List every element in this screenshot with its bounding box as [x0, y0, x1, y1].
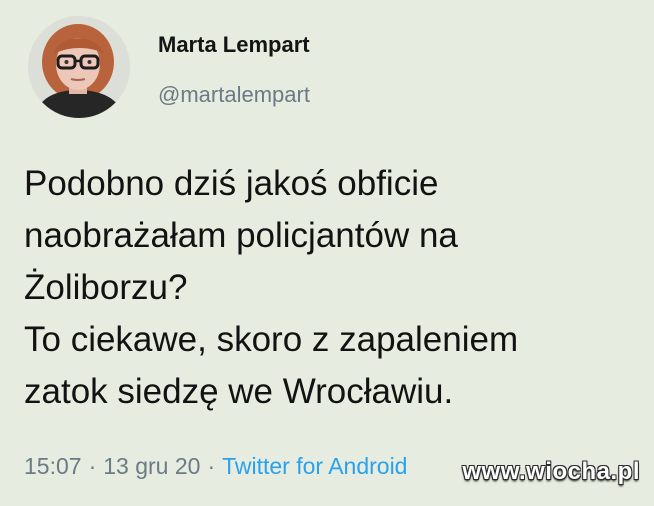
avatar-portrait-icon — [28, 16, 130, 118]
tweet-date[interactable]: 13 gru 20 — [103, 453, 200, 479]
tweet-text-line: naobrażałam policjantów na — [24, 216, 458, 255]
watermark: www.wiocha.pl — [462, 458, 640, 485]
tweet-text: Podobno dziś jakoś obficie naobrażałam p… — [24, 158, 644, 418]
tweet-card: Marta Lempart @martalempart Podobno dziś… — [0, 0, 654, 506]
tweet-text-line: To ciekawe, skoro z zapaleniem — [24, 320, 519, 359]
avatar[interactable] — [28, 16, 130, 118]
tweet-text-line: Podobno dziś jakoś obficie — [24, 164, 439, 203]
tweet-text-line: zatok siedzę we Wrocławiu. — [24, 372, 454, 411]
tweet-text-line: Żoliborzu? — [24, 268, 188, 307]
meta-separator: · — [207, 453, 216, 479]
author-handle[interactable]: @martalempart — [158, 82, 310, 108]
tweet-meta: 15:07 · 13 gru 20 · Twitter for Android — [24, 452, 407, 480]
author-display-name[interactable]: Marta Lempart — [158, 32, 310, 58]
tweet-time[interactable]: 15:07 — [24, 453, 82, 479]
meta-separator: · — [88, 453, 97, 479]
tweet-source-link[interactable]: Twitter for Android — [222, 453, 407, 479]
